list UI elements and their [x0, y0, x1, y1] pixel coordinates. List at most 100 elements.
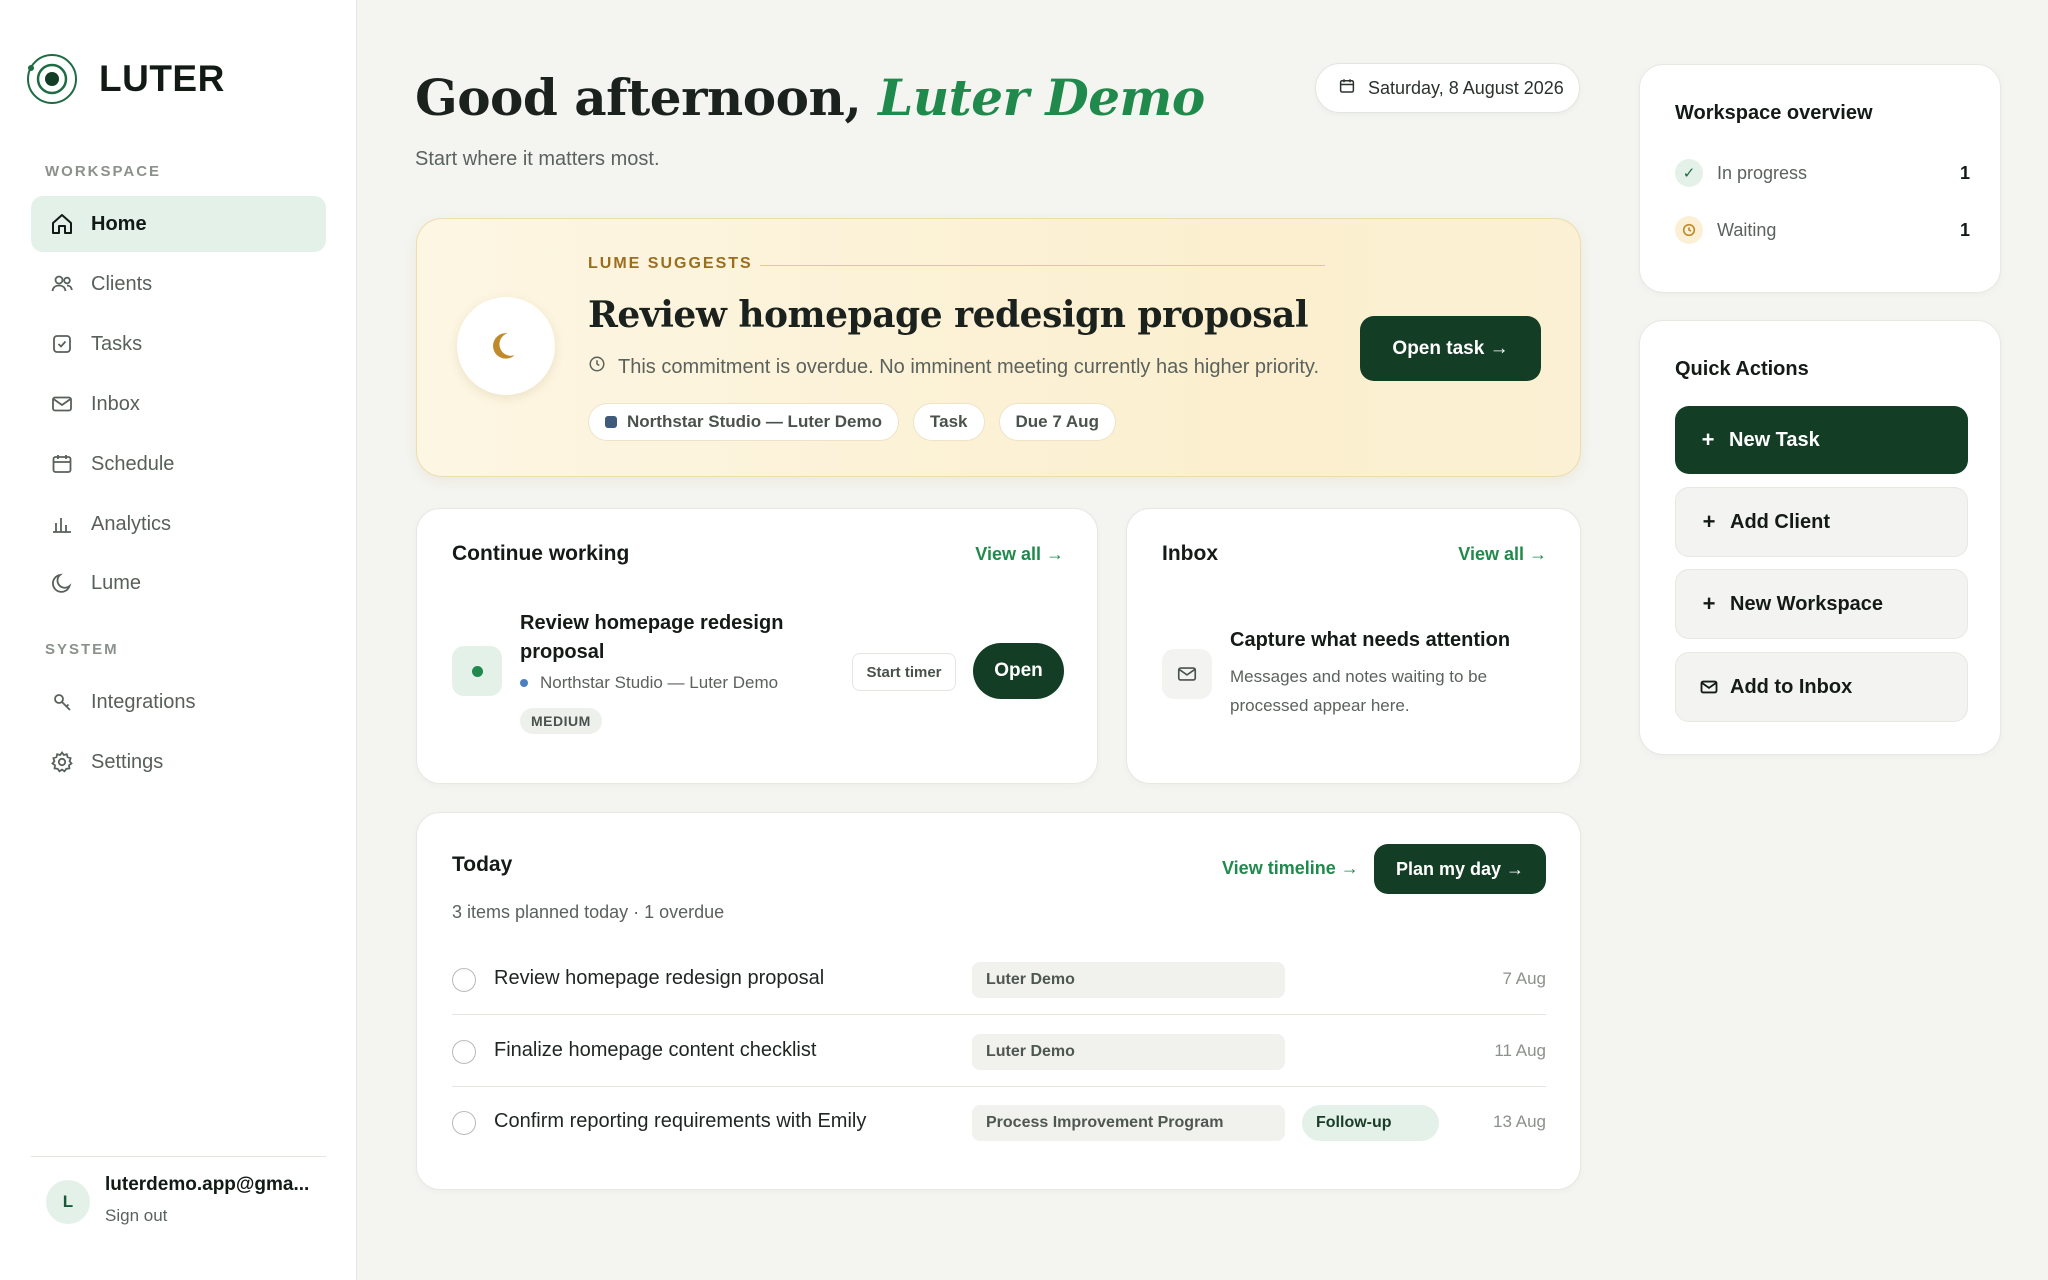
open-task-button[interactable]: Open task →	[1360, 316, 1541, 381]
task-client: Northstar Studio — Luter Demo	[540, 673, 779, 692]
quick-actions-card: Quick Actions + New Task + Add Client + …	[1639, 320, 2001, 755]
system-section-label: SYSTEM	[45, 641, 119, 658]
priority-badge: MEDIUM	[520, 708, 602, 734]
workspace-overview-card: Workspace overview ✓ In progress 1 Waiti…	[1639, 64, 2001, 293]
page-subtitle: Start where it matters most.	[415, 148, 660, 170]
client-chip[interactable]: Northstar Studio — Luter Demo	[588, 403, 900, 441]
chip-label: Northstar Studio — Luter Demo	[627, 412, 883, 431]
check-icon: ✓	[1675, 159, 1703, 187]
mail-icon	[1698, 677, 1720, 697]
inbox-title: Inbox	[1162, 542, 1218, 565]
inbox-empty-body: Messages and notes waiting to be process…	[1230, 667, 1488, 715]
row-date: 13 Aug	[1493, 1112, 1546, 1131]
due-chip[interactable]: Due 7 Aug	[998, 403, 1116, 441]
add-to-inbox-button[interactable]: Add to Inbox	[1675, 652, 1968, 722]
current-date: Saturday, 8 August 2026	[1368, 77, 1564, 98]
sidebar-item-inbox[interactable]: Inbox	[31, 376, 326, 432]
sidebar-divider	[31, 1156, 326, 1157]
inbox-empty-title: Capture what needs attention	[1230, 629, 1511, 651]
complete-checkbox[interactable]	[452, 1040, 476, 1064]
clock-icon	[588, 355, 606, 379]
new-task-button[interactable]: + New Task	[1675, 406, 1968, 474]
sidebar-item-label: Home	[91, 212, 147, 235]
today-row[interactable]: Finalize homepage content checklist Lute…	[452, 1016, 1546, 1087]
sidebar-item-settings[interactable]: Settings	[31, 734, 326, 790]
chip-label: Due 7 Aug	[1015, 412, 1099, 431]
overview-label: In progress	[1717, 162, 1808, 183]
calendar-icon	[49, 451, 75, 477]
continue-working-card: Continue working View all → Review homep…	[416, 508, 1098, 784]
plus-icon: +	[1701, 427, 1715, 452]
plus-icon: +	[1702, 509, 1716, 534]
open-button[interactable]: Open	[973, 643, 1064, 699]
user-name: Luter Demo	[878, 68, 1205, 127]
complete-checkbox[interactable]	[452, 1111, 476, 1135]
today-summary: 3 items planned today · 1 overdue	[452, 902, 725, 922]
sidebar-item-label: Tasks	[91, 332, 143, 355]
sidebar-item-analytics[interactable]: Analytics	[31, 496, 326, 552]
overview-label: Waiting	[1717, 219, 1777, 240]
sidebar-item-schedule[interactable]: Schedule	[31, 436, 326, 492]
mail-icon	[49, 391, 75, 417]
continue-working-title: Continue working	[452, 542, 630, 565]
suggestion-chips: Northstar Studio — Luter Demo Task Due 7…	[588, 403, 1116, 441]
overview-row-in-progress[interactable]: ✓ In progress 1	[1675, 153, 1970, 193]
inbox-empty-icon-box	[1162, 649, 1212, 699]
suggestion-description: This commitment is overdue. No imminent …	[588, 355, 1319, 379]
brand[interactable]: LUTER	[25, 52, 225, 106]
type-chip[interactable]: Task	[913, 403, 985, 441]
sidebar-item-label: Settings	[91, 750, 164, 773]
sidebar-item-tasks[interactable]: Tasks	[31, 316, 326, 372]
sidebar-item-label: Integrations	[91, 690, 196, 713]
brand-name: LUTER	[99, 58, 225, 99]
inbox-card: Inbox View all → Capture what needs atte…	[1126, 508, 1581, 784]
inbox-view-all[interactable]: View all →	[1458, 544, 1547, 565]
overview-count: 1	[1959, 162, 1970, 183]
sidebar-item-label: Lume	[91, 571, 142, 594]
key-icon	[49, 689, 75, 715]
suggestion-description-text: This commitment is overdue. No imminent …	[618, 355, 1319, 378]
chip-label: Task	[930, 412, 968, 431]
row-project: Process Improvement Program	[972, 1105, 1285, 1141]
sidebar: LUTER WORKSPACE Home Clients Tasks Inbox…	[0, 0, 357, 1280]
button-label: New Workspace	[1730, 592, 1884, 615]
sidebar-item-integrations[interactable]: Integrations	[31, 674, 326, 730]
task-status-indicator	[452, 646, 502, 696]
plan-my-day-button[interactable]: Plan my day →	[1374, 844, 1546, 894]
task-title[interactable]: Review homepage redesign proposal	[520, 609, 820, 667]
lume-suggestion-card: LUME SUGGESTS Review homepage redesign p…	[416, 218, 1581, 477]
complete-checkbox[interactable]	[452, 968, 476, 992]
overview-title: Workspace overview	[1675, 102, 1873, 124]
clock-icon	[1675, 216, 1703, 244]
today-title: Today	[452, 853, 513, 876]
quick-actions-title: Quick Actions	[1675, 358, 1809, 380]
sidebar-item-lume[interactable]: Lume	[31, 555, 326, 611]
home-icon	[49, 211, 75, 237]
row-tag: Follow-up	[1302, 1105, 1439, 1141]
plus-icon: +	[1702, 591, 1716, 616]
sidebar-item-home[interactable]: Home	[31, 196, 326, 252]
sidebar-item-label: Analytics	[91, 512, 172, 535]
new-workspace-button[interactable]: + New Workspace	[1675, 569, 1968, 639]
suggestion-label: LUME SUGGESTS	[588, 255, 753, 272]
row-title: Review homepage redesign proposal	[494, 967, 825, 989]
gear-icon	[49, 749, 75, 775]
row-project: Luter Demo	[972, 962, 1285, 998]
moon-icon	[493, 333, 515, 359]
today-row[interactable]: Review homepage redesign proposal Luter …	[452, 944, 1546, 1015]
add-client-button[interactable]: + Add Client	[1675, 487, 1968, 557]
avatar[interactable]: L	[46, 1180, 90, 1224]
today-row[interactable]: Confirm reporting requirements with Emil…	[452, 1087, 1546, 1158]
sidebar-item-label: Inbox	[91, 392, 140, 415]
sidebar-item-clients[interactable]: Clients	[31, 256, 326, 312]
row-date: 11 Aug	[1494, 1041, 1546, 1060]
logo-icon	[27, 54, 77, 104]
view-timeline-link[interactable]: View timeline →	[1222, 858, 1359, 879]
date-pill[interactable]: Saturday, 8 August 2026	[1315, 63, 1580, 113]
row-title: Finalize homepage content checklist	[494, 1039, 817, 1061]
overview-row-waiting[interactable]: Waiting 1	[1675, 210, 1970, 250]
start-timer-button[interactable]: Start timer	[852, 653, 956, 691]
continue-working-view-all[interactable]: View all →	[975, 544, 1064, 565]
row-project: Luter Demo	[972, 1034, 1285, 1070]
sign-out-link[interactable]: Sign out	[105, 1206, 167, 1226]
